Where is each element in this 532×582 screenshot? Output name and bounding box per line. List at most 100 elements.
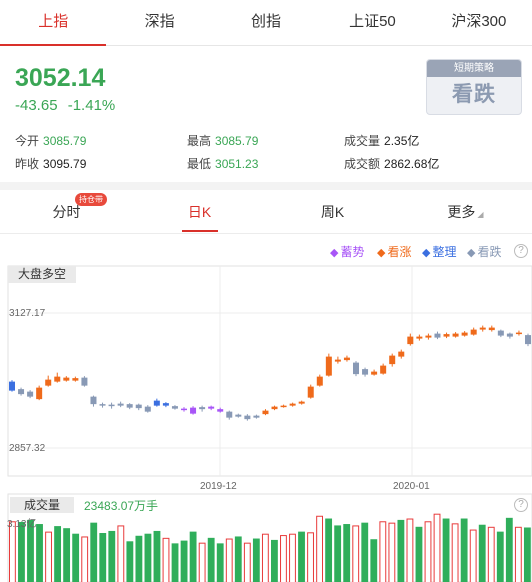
candle-body	[54, 376, 61, 382]
volume-bar	[243, 542, 251, 582]
volume-bar	[234, 536, 242, 582]
candle-body	[380, 365, 387, 374]
volume-bar	[198, 542, 206, 582]
candle-body	[99, 404, 106, 406]
candle-body	[371, 371, 378, 375]
volume-help-icon[interactable]: ?	[514, 498, 528, 512]
volume-bar	[9, 521, 16, 582]
candle-body	[362, 369, 369, 375]
volume-bar	[108, 530, 116, 582]
candle-body	[334, 359, 341, 362]
candle-body	[497, 330, 504, 336]
volume-max-label: 3.13亿	[7, 519, 37, 530]
volume-bar	[216, 543, 224, 582]
volume-bar	[252, 538, 260, 582]
candle-body	[525, 335, 531, 345]
volume-bar	[36, 524, 43, 582]
candle-body	[244, 415, 251, 420]
candle-body	[90, 396, 97, 405]
volume-bar	[406, 518, 414, 582]
volume-bar	[45, 531, 52, 582]
candle-body	[488, 327, 495, 331]
panel-label: 大盘多空	[8, 266, 77, 283]
candle-body	[353, 362, 359, 375]
candle-body	[27, 391, 34, 397]
candle-body	[181, 408, 187, 411]
volume-bar	[451, 523, 459, 582]
candle-body	[144, 406, 151, 412]
candle-body	[36, 387, 43, 400]
volume-bar	[334, 525, 342, 582]
volume-bar	[153, 530, 161, 582]
volume-bar	[343, 524, 351, 582]
volume-bar	[460, 518, 468, 582]
volume-series	[9, 513, 531, 582]
volume-bar	[505, 517, 513, 582]
volume-bar	[126, 541, 134, 582]
chart-frame	[7, 265, 532, 477]
candle-body	[9, 381, 15, 391]
volume-bar	[189, 531, 197, 582]
candle-body	[18, 389, 25, 395]
volume-bar	[171, 543, 179, 582]
candle-body	[117, 403, 124, 406]
volume-bar	[379, 521, 387, 582]
volume-bar	[496, 531, 504, 582]
kline-chart[interactable]	[0, 0, 532, 582]
volume-bar	[135, 535, 143, 582]
candle-body	[461, 332, 468, 336]
x-axis-label-jan: 2020-01	[393, 481, 430, 492]
candle-body	[479, 327, 486, 330]
candle-body	[316, 376, 323, 386]
volume-bar	[514, 526, 522, 582]
candle-body	[407, 336, 414, 345]
candle-body	[217, 409, 224, 412]
volume-bar	[289, 533, 296, 582]
candle-body	[63, 377, 70, 381]
volume-bar	[424, 521, 432, 582]
candle-body	[443, 334, 450, 337]
volume-bar	[487, 526, 495, 582]
candle-body	[199, 407, 206, 410]
candle-body	[235, 414, 242, 417]
volume-bar	[433, 513, 441, 582]
candle-body	[162, 403, 169, 406]
candle-body	[253, 415, 260, 418]
candle-body	[298, 401, 305, 404]
candle-body	[506, 333, 513, 337]
volume-bar	[72, 533, 80, 582]
volume-bar	[442, 518, 450, 582]
volume-bar	[144, 533, 152, 582]
volume-bar	[261, 533, 269, 582]
candle-body	[45, 379, 52, 386]
candle-body	[389, 355, 396, 365]
candle-body	[416, 336, 423, 339]
volume-bar	[469, 529, 477, 582]
volume-title: 成交量	[10, 497, 75, 513]
candle-body	[325, 356, 332, 376]
volume-bar	[325, 518, 333, 582]
volume-bar	[523, 527, 531, 582]
candle-body	[452, 333, 459, 337]
candle-body	[307, 386, 314, 398]
candle-body	[434, 333, 441, 338]
candle-body	[135, 404, 142, 409]
candle-body	[190, 407, 197, 414]
candle-series	[9, 325, 531, 421]
candle-body	[208, 406, 215, 409]
candle-body	[289, 403, 296, 406]
x-axis-label-dec: 2019-12	[200, 481, 237, 492]
candle-body	[271, 406, 278, 410]
volume-bar	[397, 519, 405, 582]
candle-body	[262, 410, 269, 415]
volume-bar	[361, 522, 369, 582]
candle-body	[398, 351, 405, 357]
volume-bar	[352, 525, 360, 582]
candle-body	[108, 404, 115, 407]
volume-bar	[117, 525, 125, 582]
volume-bar	[99, 533, 107, 582]
volume-bar	[370, 539, 378, 582]
candle-body	[81, 377, 88, 386]
volume-bar	[280, 535, 287, 582]
candle-body	[470, 329, 477, 335]
